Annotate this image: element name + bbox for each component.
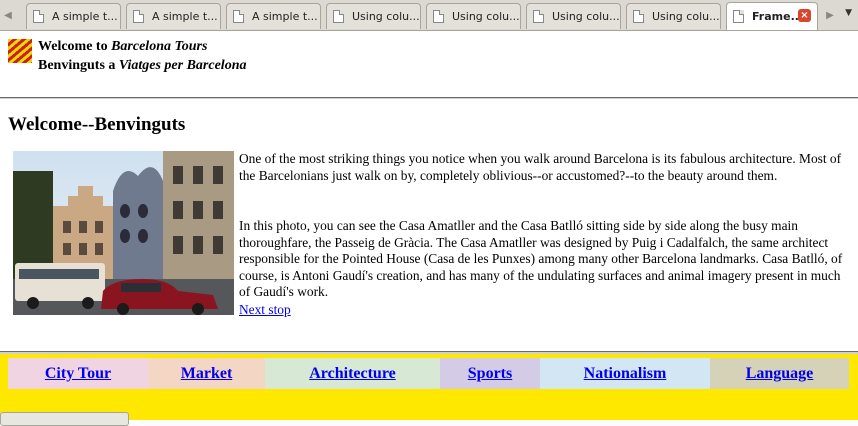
page-icon [233,10,244,23]
page-icon [333,10,344,23]
photo-description-paragraph: In this photo, you can see the Casa Amat… [239,218,843,300]
nav-cell-architecture: Architecture [265,358,440,389]
intro-paragraph: One of the most striking things you noti… [239,151,842,183]
page-icon [733,10,744,23]
tab-title: Using colu... [652,10,720,23]
nav-link-architecture[interactable]: Architecture [309,365,395,383]
page-icon [633,10,644,23]
browser-tab[interactable]: Using colu... [626,3,721,29]
nav-link-nationalism[interactable]: Nationalism [584,365,667,383]
nav-bar: City Tour Market Architecture Sports Nat… [8,358,849,389]
tab-title: A simple t... [52,10,118,23]
browser-tab-active[interactable]: Frame... × [726,2,818,30]
next-stop-link[interactable]: Next stop [239,302,291,318]
welcome-prefix: Welcome to [38,39,112,54]
company-name-catalan: Viatges per Barcelona [118,58,247,73]
tab-scroll-right-button[interactable]: ▶ [822,4,838,26]
welcome-prefix-catalan: Benvinguts a [38,58,119,73]
browser-tab[interactable]: Using colu... [526,3,621,29]
nav-cell-market: Market [148,358,265,389]
tab-title: A simple t... [152,10,218,23]
nav-link-market[interactable]: Market [181,365,233,383]
page-title: Welcome--Benvinguts [8,114,186,135]
browser-tab[interactable]: Using colu... [326,3,421,29]
browser-tab[interactable]: A simple t... [126,3,221,29]
nav-link-sports[interactable]: Sports [468,365,512,383]
welcome-heading-catalan: Benvinguts a Viatges per Barcelona [38,58,246,74]
browser-tab[interactable]: A simple t... [226,3,321,29]
tab-title: Using colu... [552,10,620,23]
frame-border-top[interactable] [0,97,858,100]
company-name-english: Barcelona Tours [111,39,208,54]
taskbar-button[interactable] [0,412,129,426]
browser-tab-strip: ◀ A simple t... A simple t... A simple t… [0,0,858,31]
tab-title: A simple t... [252,10,318,23]
page-icon [133,10,144,23]
header-frame: Welcome to Barcelona Tours Benvinguts a … [0,31,858,97]
nav-cell-sports: Sports [440,358,540,389]
page-icon [533,10,544,23]
nav-link-language[interactable]: Language [746,365,814,383]
navigation-frame: City Tour Market Architecture Sports Nat… [0,354,858,426]
nav-cell-nationalism: Nationalism [540,358,710,389]
browser-tab[interactable]: A simple t... [26,3,121,29]
tab-title: Using colu... [352,10,420,23]
page-icon [433,10,444,23]
browser-tab[interactable]: Using colu... [426,3,521,29]
catalan-flag-icon [8,39,32,63]
nav-cell-language: Language [710,358,849,389]
tab-title: Using colu... [452,10,520,23]
tab-title: Frame... [752,10,804,23]
tab-scroll-left-button[interactable]: ◀ [0,4,16,26]
nav-cell-city-tour: City Tour [8,358,148,389]
nav-link-city-tour[interactable]: City Tour [45,365,111,383]
welcome-heading-english: Welcome to Barcelona Tours [38,39,207,55]
barcelona-architecture-photo [13,151,234,315]
page-icon [33,10,44,23]
tab-list-dropdown-icon[interactable]: ▼ [845,8,852,18]
close-tab-icon[interactable]: × [798,9,811,22]
